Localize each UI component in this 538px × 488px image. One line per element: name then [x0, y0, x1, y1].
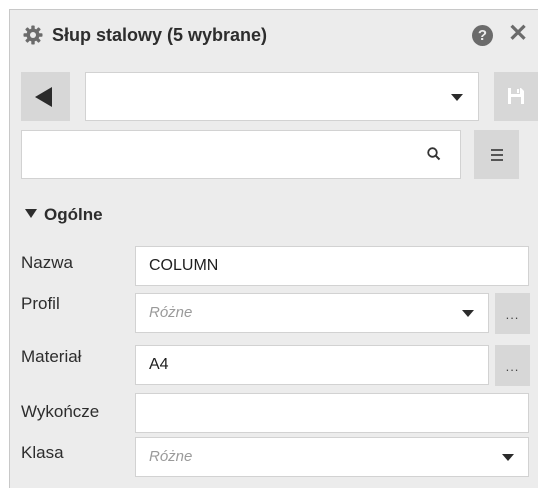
search-input[interactable] — [21, 130, 461, 179]
menu-button[interactable] — [474, 130, 519, 179]
property-value-klasa: Różne — [149, 448, 193, 465]
property-field-nazwa[interactable]: COLUMN — [135, 246, 529, 286]
property-label-wykonczenie: Wykończe — [21, 402, 100, 421]
chevron-down-icon — [462, 310, 474, 317]
ellipsis-icon: ... — [505, 307, 520, 322]
section-header-ogolne[interactable]: Ogólne — [25, 204, 103, 226]
back-button[interactable] — [21, 72, 70, 121]
chevron-down-icon — [502, 454, 514, 461]
help-icon[interactable]: ? — [472, 25, 493, 46]
property-select-klasa[interactable]: Różne — [135, 437, 529, 477]
close-icon[interactable]: ✕ — [508, 21, 528, 47]
collapse-triangle-icon — [25, 209, 37, 218]
material-browse-button[interactable]: ... — [495, 345, 530, 386]
property-value-profil: Różne — [149, 304, 193, 321]
property-select-profil[interactable]: Różne — [135, 293, 489, 333]
property-value-material: A4 — [149, 356, 169, 373]
search-icon — [427, 147, 441, 161]
section-title: Ogólne — [44, 205, 103, 224]
properties-panel: Słup stalowy (5 wybrane) ? ✕ Ogólne Nazw… — [9, 9, 538, 488]
component-select[interactable] — [85, 72, 479, 121]
panel-title: Słup stalowy (5 wybrane) — [52, 25, 268, 45]
property-value-nazwa: COLUMN — [149, 257, 219, 274]
component-select-value — [86, 83, 99, 100]
property-label-klasa: Klasa — [21, 443, 64, 462]
property-label-material: Materiał — [21, 347, 82, 366]
save-icon — [508, 88, 524, 104]
property-label-profil: Profil — [21, 294, 60, 313]
ellipsis-icon: ... — [505, 359, 520, 374]
property-field-material[interactable]: A4 — [135, 345, 489, 385]
gear-icon — [23, 25, 43, 45]
save-button[interactable] — [494, 72, 538, 121]
profil-browse-button[interactable]: ... — [495, 293, 530, 334]
back-arrow-icon — [35, 87, 52, 107]
search-value — [22, 141, 35, 158]
property-field-wykonczenie[interactable] — [135, 393, 529, 433]
property-value-wykonczenie — [136, 404, 149, 421]
property-label-nazwa: Nazwa — [21, 253, 73, 272]
chevron-down-icon — [451, 94, 463, 101]
